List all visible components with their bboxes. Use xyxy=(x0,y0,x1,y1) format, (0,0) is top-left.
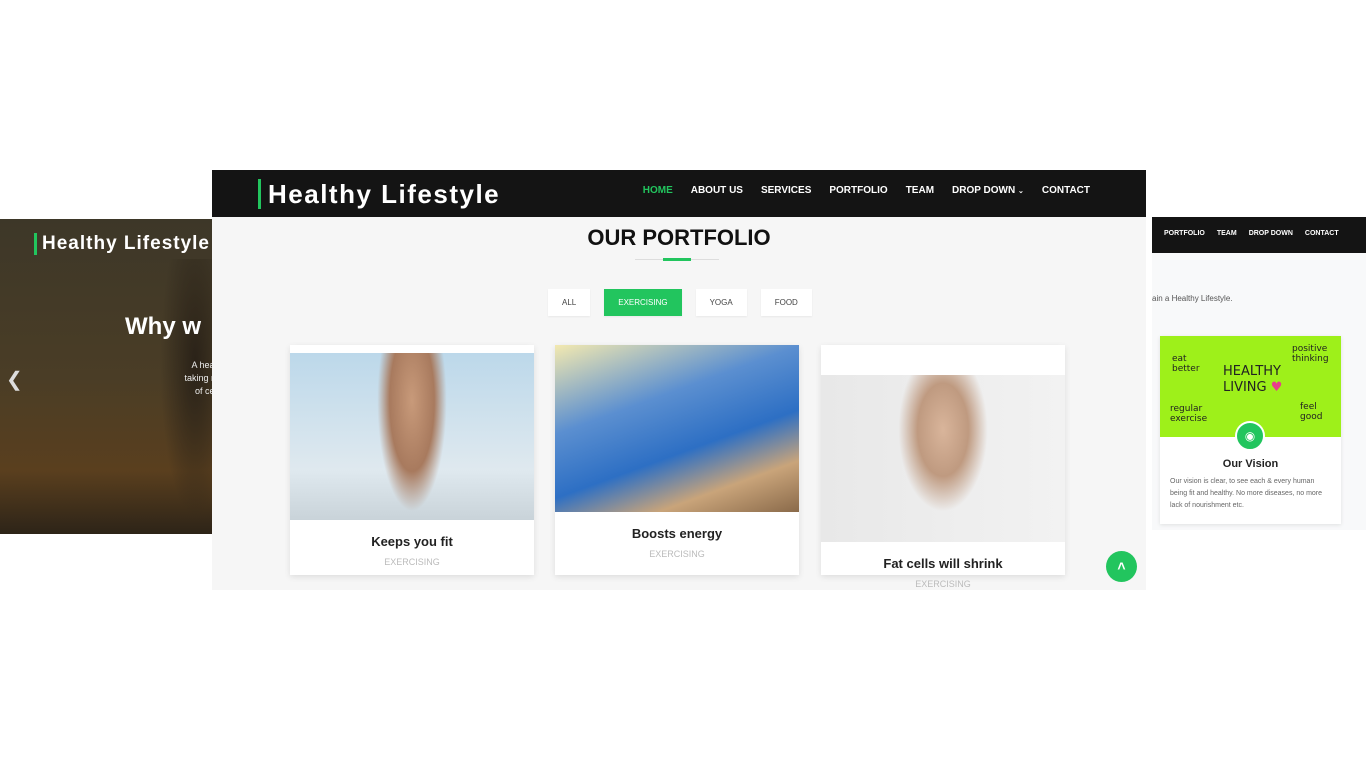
vision-title: Our Vision xyxy=(1222,458,1279,470)
scroll-top-button[interactable]: ˄ xyxy=(1106,551,1137,582)
chevron-down-icon: ⌄ xyxy=(1017,188,1024,195)
card-image xyxy=(555,345,799,512)
card-title: Keeps you fit xyxy=(371,534,453,549)
vision-card: HEALTHY LIVING ♥ eat better positive thin… xyxy=(1160,336,1341,524)
filter-yoga[interactable]: YOGA xyxy=(695,289,747,316)
intro-text: ain a Healthy Lifestyle. xyxy=(1152,294,1233,303)
brand-logo[interactable]: Healthy Lifestyle xyxy=(258,179,500,209)
image-word: positive thinking xyxy=(1292,344,1329,364)
chevron-left-icon[interactable]: ❮ xyxy=(6,367,23,392)
nav-contact[interactable]: CONTACT xyxy=(1305,230,1339,253)
image-word: HEALTHY LIVING ♥ xyxy=(1223,364,1283,395)
title-divider xyxy=(635,258,719,261)
nav-services[interactable]: SERVICES xyxy=(761,185,811,196)
image-word: regular exercise xyxy=(1170,404,1208,424)
nav-team[interactable]: TEAM xyxy=(906,185,934,196)
main-nav: HOME ABOUT US SERVICES PORTFOLIO TEAM DR… xyxy=(643,185,1090,196)
portfolio-card[interactable]: Boosts energy EXERCISING xyxy=(555,345,799,575)
card-category: EXERCISING xyxy=(384,557,440,567)
image-word: feel good xyxy=(1300,402,1323,422)
card-image xyxy=(290,353,534,520)
chevron-up-icon: ˄ xyxy=(1117,558,1126,574)
left-slide-preview: Healthy Lifestyle Why w A healthy lifest… xyxy=(0,219,212,534)
nav-contact[interactable]: CONTACT xyxy=(1042,185,1090,196)
nav-dropdown[interactable]: DROP DOWN ⌄ xyxy=(952,185,1024,196)
eye-icon: ◉ xyxy=(1235,421,1265,451)
filter-all[interactable]: ALL xyxy=(548,289,591,316)
filter-food[interactable]: FOOD xyxy=(760,289,812,316)
image-word: eat better xyxy=(1172,354,1200,374)
nav-portfolio[interactable]: PORTFOLIO xyxy=(829,185,887,196)
nav-team[interactable]: TEAM xyxy=(1217,230,1237,253)
nav-about[interactable]: ABOUT US xyxy=(691,185,743,196)
card-category: EXERCISING xyxy=(915,579,971,589)
hero-line: taking regular exe xyxy=(184,373,212,383)
vision-text: Our vision is clear, to see each & every… xyxy=(1170,478,1323,509)
hero-heading: Why w xyxy=(125,313,201,340)
portfolio-card[interactable]: Fat cells will shrink EXERCISING xyxy=(821,345,1065,589)
card-category: EXERCISING xyxy=(649,549,705,559)
nav-home[interactable]: HOME xyxy=(643,185,673,196)
card-image xyxy=(821,375,1065,542)
header: Healthy Lifestyle HOME ABOUT US SERVICES… xyxy=(212,170,1146,217)
filter-exercising[interactable]: EXERCISING xyxy=(604,289,682,316)
hero-line: A healthy lifestyl xyxy=(191,360,212,370)
section-title: OUR PORTFOLIO xyxy=(587,225,771,250)
hero-text: A healthy lifestyl taking regular exe of… xyxy=(136,359,212,398)
main-page: Healthy Lifestyle HOME ABOUT US SERVICES… xyxy=(212,170,1146,590)
card-title: Boosts energy xyxy=(631,526,723,541)
card-title: Fat cells will shrink xyxy=(883,556,1003,571)
brand-logo: Healthy Lifestyle xyxy=(34,233,210,255)
header: PORTFOLIO TEAM DROP DOWN CONTACT xyxy=(1152,217,1366,253)
nav-portfolio[interactable]: PORTFOLIO xyxy=(1164,230,1205,253)
portfolio-filters: ALL EXERCISING YOGA FOOD xyxy=(548,289,812,316)
nav-dropdown-label: DROP DOWN xyxy=(952,185,1016,196)
nav-dropdown[interactable]: DROP DOWN xyxy=(1249,230,1293,253)
portfolio-card[interactable]: Keeps you fit EXERCISING xyxy=(290,345,534,575)
right-slide-preview: PORTFOLIO TEAM DROP DOWN CONTACT ain a H… xyxy=(1152,217,1366,530)
hero-line: of certain disea xyxy=(194,386,212,396)
